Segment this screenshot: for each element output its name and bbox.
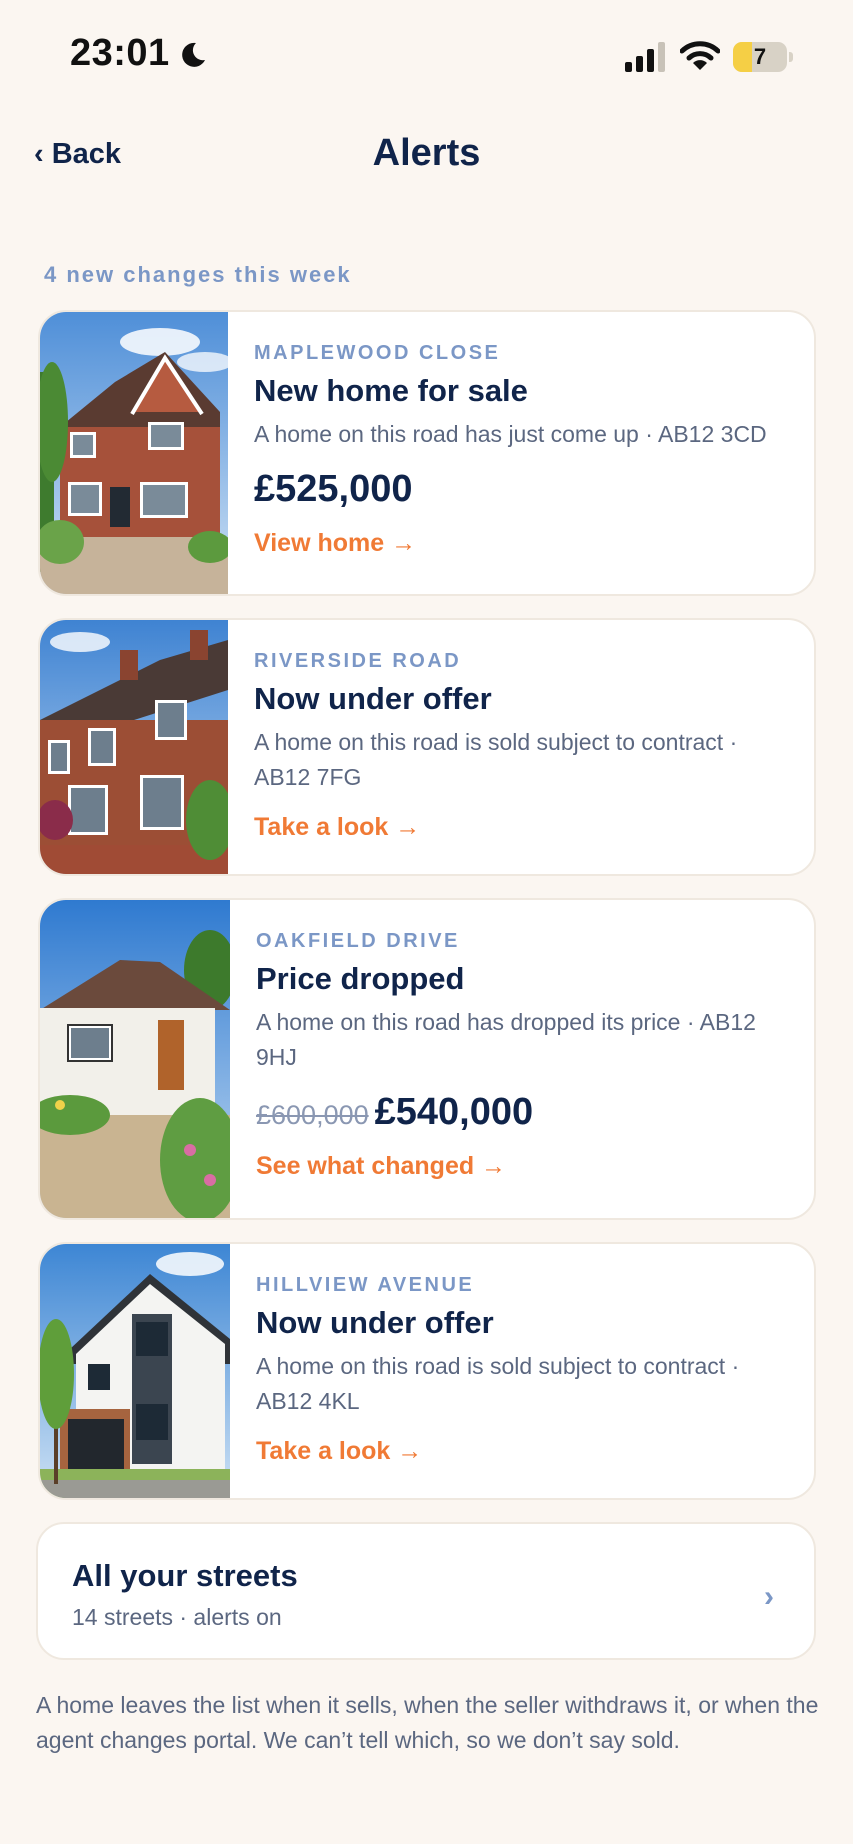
house-photo — [40, 312, 228, 594]
page-title: Alerts — [372, 132, 481, 174]
price: £525,000 — [254, 468, 413, 510]
footnote: A home leaves the list when it sells, wh… — [36, 1692, 819, 1753]
section-label: 4 new changes this week — [44, 262, 352, 287]
take-a-look-link[interactable]: Take a look → — [254, 813, 794, 842]
chevron-right-icon: › — [764, 1580, 774, 1613]
house-photo — [40, 900, 230, 1218]
view-home-link[interactable]: View home → — [254, 529, 794, 558]
all-streets-title: All your streets — [72, 1558, 298, 1593]
wifi-icon — [680, 41, 720, 70]
alert-body: RIVERSIDE ROAD Now under offer A home on… — [254, 650, 794, 842]
moon-icon — [182, 42, 205, 67]
street-name: MAPLEWOOD CLOSE — [254, 342, 501, 364]
status-time: 23:01 — [70, 32, 170, 74]
alert-description: A home on this road is sold subject to c… — [256, 1353, 740, 1414]
price: £540,000 — [374, 1091, 534, 1133]
house-photo — [40, 1244, 230, 1498]
alert-description: A home on this road has just come up · A… — [254, 421, 767, 447]
alert-card[interactable]: MAPLEWOOD CLOSE New home for sale A home… — [38, 310, 816, 596]
street-name: OAKFIELD DRIVE — [256, 930, 460, 952]
alert-card[interactable]: RIVERSIDE ROAD Now under offer A home on… — [38, 618, 816, 876]
cellular-signal-icon — [625, 42, 665, 72]
old-price: £600,000 — [256, 1100, 369, 1130]
price-row: £600,000 £540,000 — [256, 1091, 796, 1134]
alert-description: A home on this road has dropped its pric… — [256, 1009, 756, 1070]
street-name: HILLVIEW AVENUE — [256, 1274, 475, 1296]
all-streets-subtitle: 14 streets · alerts on — [72, 1604, 282, 1630]
alert-headline: Now under offer — [254, 681, 492, 716]
take-a-look-link[interactable]: Take a look → — [256, 1437, 796, 1466]
alert-description: A home on this road is sold subject to c… — [254, 729, 738, 790]
battery-level: 7 — [753, 44, 767, 69]
all-streets-button[interactable]: All your streets 14 streets · alerts on … — [36, 1522, 816, 1660]
alert-card[interactable]: HILLVIEW AVENUE Now under offer A home o… — [38, 1242, 816, 1500]
alert-headline: Now under offer — [256, 1305, 494, 1340]
see-what-changed-link[interactable]: See what changed → — [256, 1152, 796, 1181]
alert-headline: Price dropped — [256, 961, 465, 996]
battery-icon: 7 — [733, 42, 793, 72]
alert-headline: New home for sale — [254, 373, 528, 408]
alert-body: HILLVIEW AVENUE Now under offer A home o… — [256, 1274, 796, 1466]
alert-card[interactable]: OAKFIELD DRIVE Price dropped A home on t… — [38, 898, 816, 1220]
status-bar: 23:01 7 — [0, 0, 853, 110]
alert-body: MAPLEWOOD CLOSE New home for sale A home… — [254, 342, 794, 558]
street-name: RIVERSIDE ROAD — [254, 650, 462, 672]
navigation-bar: ‹ Back Alerts — [0, 120, 853, 190]
alert-body: OAKFIELD DRIVE Price dropped A home on t… — [256, 930, 796, 1181]
house-photo — [40, 620, 228, 874]
